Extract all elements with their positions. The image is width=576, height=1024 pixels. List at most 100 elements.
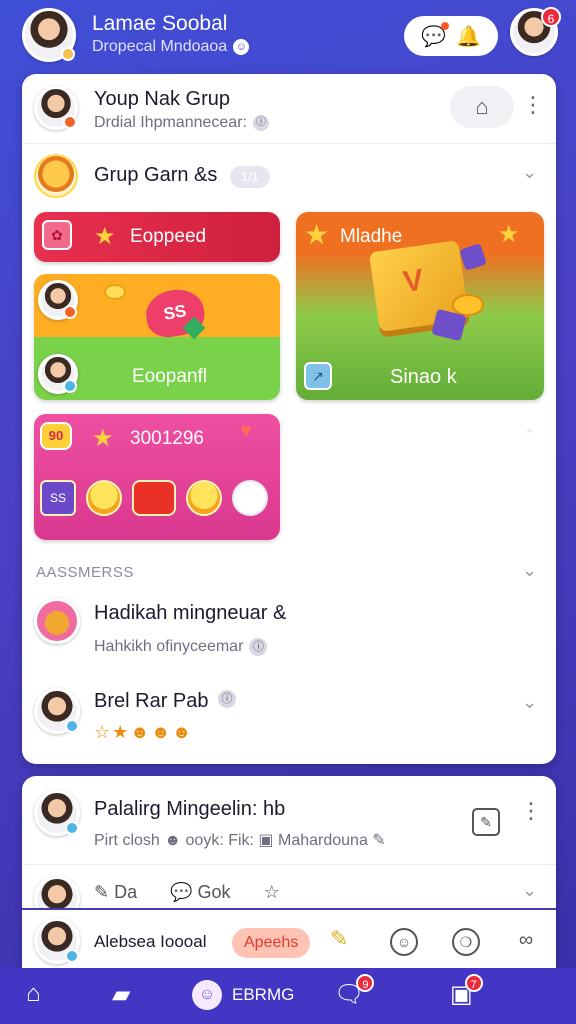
group-avatar[interactable] bbox=[34, 86, 78, 130]
red-chest-icon bbox=[132, 480, 176, 516]
user-status-dot bbox=[65, 821, 79, 835]
ribbon-icon: 90 bbox=[40, 422, 72, 450]
user-avatar bbox=[34, 790, 80, 836]
friend-badge: 6 bbox=[541, 7, 561, 27]
bag-icon[interactable]: ⌂ bbox=[450, 86, 514, 128]
messages-icon[interactable]: 🗨 9 bbox=[334, 974, 375, 1009]
section-label: AASSMERSS bbox=[36, 564, 134, 581]
star-icon: ★ bbox=[94, 223, 116, 250]
game-tile-label: Mladhe bbox=[340, 226, 403, 247]
game-tile-label: Eoopanfl bbox=[132, 366, 208, 387]
game-tile-label: 3001296 bbox=[130, 428, 204, 449]
game-tile[interactable]: SS Eoopanfl bbox=[34, 274, 280, 400]
composer-name: Alebsea Ioooal bbox=[94, 932, 207, 951]
treasure-avatar bbox=[34, 598, 80, 644]
post-title: Palalirg Mingeelin: hb bbox=[94, 798, 286, 820]
reward-items: SS bbox=[40, 480, 268, 516]
reaction-emojis: ☆★☻☻☻ bbox=[94, 722, 194, 742]
activity-row[interactable]: Hadikah mingneuar & Hahkikh ofinyceemar ⓘ bbox=[22, 594, 556, 664]
sticker-icon[interactable]: ❍ bbox=[452, 928, 480, 956]
games-icon bbox=[34, 154, 78, 198]
chevron-down-icon[interactable]: ⌄ bbox=[522, 162, 537, 183]
more-icon[interactable]: ⋮ bbox=[520, 798, 542, 824]
gem-icon bbox=[459, 243, 487, 271]
header-actions: 💬 🔔 bbox=[404, 16, 498, 56]
composer-bar: Alebsea Ioooal Apeehs ✎ ☺ ❍ ∞ bbox=[22, 908, 556, 968]
user-status-dot bbox=[65, 719, 79, 733]
chevron-up-icon[interactable]: ⌃ bbox=[522, 426, 537, 447]
comment-action[interactable]: 💬 Gok bbox=[170, 882, 244, 902]
post-actions: ✎ Da 💬 Gok ☆ bbox=[94, 882, 294, 903]
nav-center[interactable]: ☺ EBRMG bbox=[192, 980, 294, 1010]
group-card: Youp Nak Grup Drdial Ihpmannecear: ⓘ ⌂ ⋮ … bbox=[22, 74, 556, 764]
star-icon: ★ bbox=[304, 219, 330, 250]
feed-icon[interactable]: ▰ bbox=[112, 980, 130, 1009]
user-avatar bbox=[34, 688, 80, 734]
info-icon: ⓘ bbox=[249, 638, 268, 656]
comment-label: Gok bbox=[197, 882, 231, 902]
game-tile[interactable]: ✿ ★ Eoppeed bbox=[34, 212, 280, 262]
games-count-badge: 1/1 bbox=[230, 166, 270, 188]
divider bbox=[22, 864, 556, 865]
star-icon: ★ bbox=[92, 425, 114, 452]
reply-action[interactable]: ✎ Da bbox=[94, 882, 151, 902]
activity-row[interactable]: Brel Rar Pab ⓘ ☆★☻☻☻ ⌄ bbox=[22, 684, 556, 754]
app-title: Lamae Soobal bbox=[92, 12, 228, 35]
ghost-character-icon bbox=[232, 480, 268, 516]
game-tile[interactable]: ★ Mladhe ★ ↗ Sinao k bbox=[296, 212, 544, 400]
alerts-icon[interactable]: ▣ 7 bbox=[450, 974, 483, 1009]
group-status-dot bbox=[63, 115, 77, 129]
coin-icon bbox=[104, 284, 126, 300]
gift-icon: ✿ bbox=[42, 220, 72, 250]
more-icon[interactable]: ⋮ bbox=[522, 92, 544, 118]
home-icon[interactable]: ⌂ bbox=[26, 980, 41, 1008]
game-tile-label: Sinao k bbox=[390, 366, 457, 388]
game-tile[interactable]: 90 ★ 3001296 ♥ SS bbox=[34, 414, 280, 540]
sun-character-icon bbox=[86, 480, 122, 516]
player-avatar bbox=[38, 280, 78, 320]
messages-badge: 9 bbox=[356, 974, 375, 992]
player-avatar bbox=[38, 354, 78, 394]
bottom-nav: ⌂ ▰ ☺ EBRMG 🗨 9 ▣ 7 bbox=[0, 968, 576, 1024]
composer-avatar bbox=[34, 918, 80, 964]
status-dot bbox=[61, 47, 75, 61]
games-title: Grup Garn &s bbox=[94, 164, 218, 186]
status-tag[interactable]: Apeehs bbox=[232, 928, 311, 958]
app-subtitle-text: Dropecal Mndoaoa bbox=[92, 38, 228, 55]
link-icon[interactable]: ∞ bbox=[512, 928, 540, 956]
face-icon: ☺ bbox=[192, 980, 222, 1010]
star-action[interactable]: ☆ bbox=[264, 882, 280, 902]
nav-center-label: EBRMG bbox=[232, 985, 295, 1004]
gift-box-icon: SS bbox=[40, 480, 76, 516]
info-icon: ⓘ bbox=[212, 690, 236, 708]
bell-icon[interactable]: 🔔 bbox=[456, 24, 481, 49]
emoji-icon[interactable]: ☺ bbox=[390, 928, 418, 956]
edit-icon[interactable]: ✎ bbox=[472, 808, 500, 836]
post-row[interactable]: Palalirg Mingeelin: hb Pirt closh ☻ ooyk… bbox=[22, 786, 556, 862]
group-description-text: Drdial Ihpmannecear: bbox=[94, 114, 247, 131]
player-status-dot bbox=[63, 379, 77, 393]
heart-icon: ♥ bbox=[240, 420, 252, 442]
profile-avatar[interactable] bbox=[22, 8, 76, 62]
group-name: Youp Nak Grup bbox=[94, 88, 231, 110]
composer-status-dot bbox=[65, 949, 79, 963]
games-header[interactable]: Grup Garn &s 1/1 ⌄ bbox=[22, 148, 556, 204]
info-icon: ⓘ bbox=[252, 114, 269, 131]
app-subtitle: Dropecal Mndoaoa ☺ bbox=[92, 38, 250, 56]
chevron-down-icon[interactable]: ⌄ bbox=[522, 560, 537, 581]
activity-subtitle-text: Hahkikh ofinyceemar bbox=[94, 638, 244, 656]
activity-title: Brel Rar Pab bbox=[94, 690, 209, 712]
star-icon: ★ bbox=[498, 221, 520, 248]
activity-title: Hadikah mingneuar & bbox=[94, 602, 287, 624]
reply-label: Da bbox=[114, 882, 138, 902]
friend-avatar[interactable]: 6 bbox=[510, 7, 561, 56]
top-bar: Lamae Soobal Dropecal Mndoaoa ☺ 💬 🔔 6 bbox=[0, 0, 576, 70]
chat-icon[interactable]: 💬 bbox=[421, 21, 449, 49]
post-subtitle: Pirt closh ☻ ooyk: Fik: ▣ Mahardouna ✎ bbox=[94, 832, 386, 849]
chevron-down-icon[interactable]: ⌄ bbox=[522, 692, 537, 713]
chevron-down-icon[interactable]: ⌄ bbox=[522, 880, 537, 901]
player-status-dot bbox=[63, 305, 77, 319]
pencil-icon[interactable]: ✎ bbox=[330, 926, 348, 952]
alerts-badge: 7 bbox=[464, 974, 483, 992]
activity-subtitle: Hahkikh ofinyceemar ⓘ bbox=[94, 638, 268, 656]
